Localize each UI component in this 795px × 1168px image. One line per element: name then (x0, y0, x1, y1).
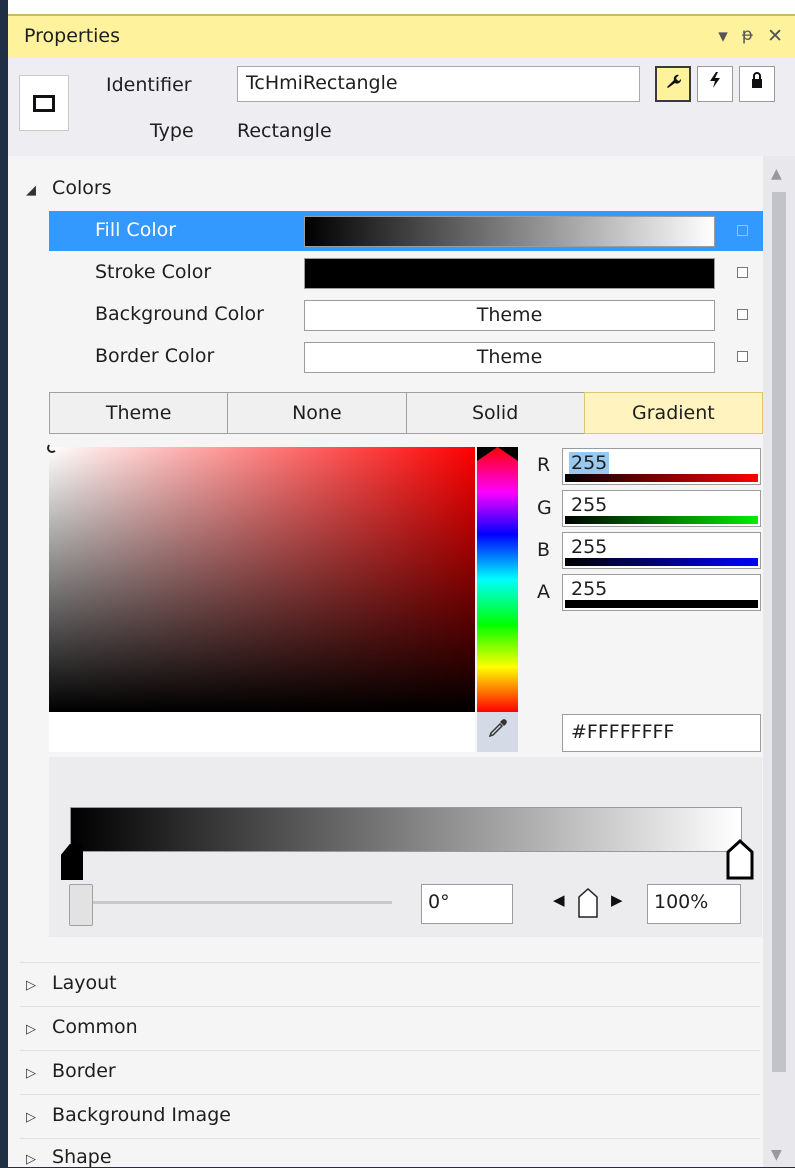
gradient-stop-end[interactable] (725, 838, 755, 880)
close-icon[interactable]: ✕ (767, 25, 783, 47)
wrench-icon[interactable] (655, 66, 691, 102)
category-common-label: Common (52, 1016, 138, 1038)
hex-color-input[interactable]: #FFFFFFFF (562, 714, 761, 752)
category-border[interactable]: ▷ Border (26, 1060, 116, 1082)
angle-slider-thumb[interactable] (69, 884, 93, 926)
category-layout-label: Layout (52, 972, 117, 994)
stop-offset-input[interactable]: 100% (647, 884, 741, 924)
rectangle-type-icon (19, 75, 69, 131)
category-shape-label: Shape (52, 1146, 112, 1168)
prop-name: Border Color (95, 345, 215, 367)
channel-r-input[interactable]: 255 (562, 448, 761, 485)
identifier-label: Identifier (106, 74, 192, 96)
expand-arrow-icon[interactable]: ▷ (26, 1152, 46, 1167)
category-colors-label: Colors (52, 177, 112, 199)
channel-g-label: G (537, 497, 552, 519)
fill-color-swatch[interactable] (304, 216, 715, 247)
channel-g-bar (565, 516, 758, 524)
mode-solid-button[interactable]: Solid (405, 392, 585, 434)
channel-b-label: B (537, 539, 551, 561)
expand-arrow-icon[interactable]: ▷ (26, 978, 46, 993)
sv-marker[interactable] (47, 443, 57, 453)
panel-title: Properties (24, 25, 121, 47)
channel-r-value: 255 (569, 452, 610, 474)
channel-a-input[interactable]: 255 (562, 574, 761, 611)
lock-icon[interactable] (739, 66, 775, 102)
prop-name: Fill Color (95, 219, 177, 241)
category-shape[interactable]: ▷ Shape (26, 1146, 112, 1168)
channel-r-bar (565, 474, 758, 482)
channel-g-input[interactable]: 255 (562, 490, 761, 527)
identifier-input[interactable]: TcHmiRectangle (237, 66, 640, 102)
prop-row-background-color[interactable]: Background Color Theme (49, 295, 763, 335)
reset-checkbox[interactable] (737, 267, 748, 278)
pin-icon[interactable]: ᵽ (742, 25, 753, 47)
expand-arrow-icon[interactable]: ▷ (26, 1066, 46, 1081)
channel-g-value: 255 (571, 494, 608, 516)
channel-a-bar (565, 600, 758, 608)
category-background-image-label: Background Image (52, 1104, 231, 1126)
eyedropper-icon[interactable] (477, 712, 518, 752)
channel-r-label: R (537, 454, 551, 476)
channel-a-label: A (537, 581, 550, 603)
vertical-scrollbar[interactable]: ▲ ▼ (763, 156, 795, 1167)
collapse-arrow-icon[interactable]: ◢ (26, 183, 46, 198)
stroke-color-swatch[interactable] (304, 258, 715, 289)
saturation-value-field[interactable] (49, 447, 475, 712)
prop-name: Stroke Color (95, 261, 212, 283)
mode-theme-button[interactable]: Theme (49, 392, 229, 434)
reset-checkbox[interactable] (737, 351, 748, 362)
category-common[interactable]: ▷ Common (26, 1016, 138, 1038)
mode-gradient-button[interactable]: Gradient (583, 392, 763, 434)
angle-input[interactable]: 0° (421, 884, 513, 924)
type-label: Type (150, 120, 194, 142)
prop-row-fill-color[interactable]: Fill Color (49, 211, 763, 251)
color-mode-tabs: Theme None Solid Gradient (49, 392, 763, 434)
scroll-down-icon[interactable]: ▼ (771, 1147, 782, 1163)
gradient-preview-bar[interactable] (70, 807, 742, 852)
scroll-up-icon[interactable]: ▲ (771, 166, 782, 182)
previous-stop-icon[interactable]: ◀ (553, 891, 565, 909)
prop-row-border-color[interactable]: Border Color Theme (49, 337, 763, 377)
category-layout[interactable]: ▷ Layout (26, 972, 117, 994)
lightning-icon[interactable] (697, 66, 733, 102)
reset-checkbox[interactable] (737, 309, 748, 320)
expand-arrow-icon[interactable]: ▷ (26, 1022, 46, 1037)
category-background-image[interactable]: ▷ Background Image (26, 1104, 231, 1126)
title-bar: Properties ▾ ᵽ ✕ (8, 14, 795, 58)
type-value: Rectangle (237, 120, 332, 142)
category-border-label: Border (52, 1060, 116, 1082)
prop-name: Background Color (95, 303, 264, 325)
color-preview (49, 712, 475, 752)
hue-slider[interactable] (477, 447, 518, 712)
background-color-value[interactable]: Theme (304, 300, 715, 331)
channel-a-value: 255 (571, 578, 608, 600)
dropdown-icon[interactable]: ▾ (718, 25, 728, 47)
channel-b-bar (565, 558, 758, 566)
border-color-value[interactable]: Theme (304, 342, 715, 373)
angle-slider-track[interactable] (82, 901, 392, 904)
scrollbar-thumb[interactable] (772, 192, 786, 1072)
channel-b-input[interactable]: 255 (562, 532, 761, 569)
stop-marker-icon (578, 887, 598, 918)
expand-arrow-icon[interactable]: ▷ (26, 1110, 46, 1125)
next-stop-icon[interactable]: ▶ (611, 891, 623, 909)
category-colors[interactable]: ◢ Colors (26, 177, 112, 199)
reset-checkbox[interactable] (737, 225, 748, 236)
mode-none-button[interactable]: None (227, 392, 407, 434)
prop-row-stroke-color[interactable]: Stroke Color (49, 253, 763, 293)
channel-b-value: 255 (571, 536, 608, 558)
